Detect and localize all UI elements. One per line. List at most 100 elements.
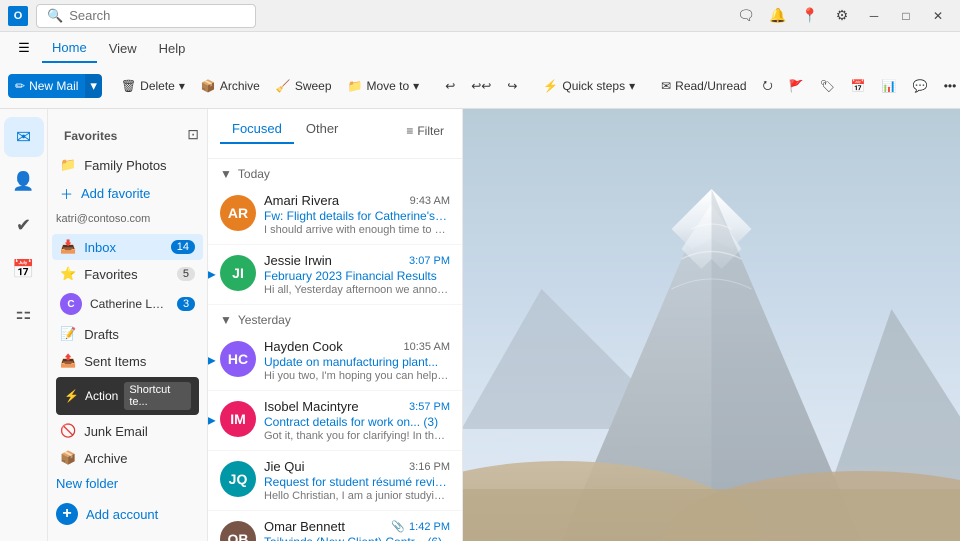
immersive-icon: 💬 [913, 79, 928, 93]
calendar-button[interactable]: 📅 [844, 75, 873, 97]
tab-help[interactable]: Help [149, 35, 196, 62]
settings-icon[interactable]: ⚙ [828, 2, 856, 30]
mountain-background [463, 109, 960, 541]
preview-pane [463, 109, 960, 541]
sidebar-item-family-photos[interactable]: 📁 Family Photos [52, 152, 203, 178]
view-button[interactable]: 📊 [875, 75, 904, 97]
nav-calendar[interactable]: 📅 [4, 249, 44, 289]
quick-steps-button[interactable]: ⚡ Quick steps ▾ [536, 75, 642, 97]
read-unread-button[interactable]: ✉ Read/Unread [654, 75, 753, 97]
new-folder-link[interactable]: New folder [48, 472, 207, 495]
email-item-isobel[interactable]: ▶ IM Isobel Macintyre 3:57 PM Contract d… [208, 391, 462, 451]
tab-other[interactable]: Other [294, 117, 351, 144]
isobel-arrow: ▶ [208, 415, 216, 426]
archive-button[interactable]: 📦 Archive [194, 75, 267, 97]
email-items: ▼ Today AR Amari Rivera 9:43 AM Fw: Flig… [208, 159, 462, 541]
sender-jessie: Jessie Irwin [264, 253, 332, 268]
search-icon: 🔍 [47, 8, 63, 24]
sender-amari: Amari Rivera [264, 193, 339, 208]
left-nav: ✉ 👤 ✔ 📅 ⚏ [0, 109, 48, 541]
more-button[interactable]: ••• [937, 75, 960, 97]
new-mail-dropdown[interactable]: ▾ [85, 74, 102, 98]
notification-icon[interactable]: 🔔 [764, 2, 792, 30]
junk-icon: 🚫 [60, 423, 76, 439]
jessie-arrow: ▶ [208, 269, 216, 280]
amari-avatar: AR [220, 195, 256, 231]
quick-steps-icon: ⚡ [543, 79, 558, 93]
email-item-hayden[interactable]: ▶ HC Hayden Cook 10:35 AM Update on manu… [208, 331, 462, 391]
move-to-button[interactable]: 📁 Move to ▾ [341, 75, 427, 97]
archive-folder-icon: 📦 [60, 450, 76, 466]
time-hayden: 10:35 AM [404, 341, 450, 353]
action-item[interactable]: ⚡ Action Shortcut te... [56, 377, 199, 415]
nav-mail[interactable]: ✉ [4, 117, 44, 157]
tag-button[interactable]: 🏷 [813, 75, 842, 97]
folder-icon: 📁 [60, 157, 76, 173]
forward-button[interactable]: ↪ [500, 75, 524, 97]
add-icon: ＋ [60, 184, 73, 203]
sweep-button[interactable]: 🧹 Sweep [269, 75, 339, 97]
subject-omar: Tailwinds (New Client) Contr... (6) [264, 535, 450, 541]
sidebar-item-inbox[interactable]: 📥 Inbox 14 [52, 234, 203, 260]
sidebar-item-drafts[interactable]: 📝 Drafts [52, 321, 203, 347]
email-row1-amari: Amari Rivera 9:43 AM [264, 193, 450, 208]
reply-button[interactable]: ↩ [438, 75, 462, 97]
view-icon: 📊 [882, 79, 897, 93]
location-icon[interactable]: 📍 [796, 2, 824, 30]
sidebar-item-sent[interactable]: 📤 Sent Items [52, 348, 203, 374]
email-item-amari[interactable]: AR Amari Rivera 9:43 AM Fw: Flight detai… [208, 185, 462, 245]
filter-button[interactable]: ≡ Filter [400, 121, 450, 141]
tab-view[interactable]: View [99, 35, 147, 62]
reply-all-button[interactable]: ↩↩ [464, 75, 498, 97]
calendar-icon: 📅 [851, 79, 866, 93]
email-item-omar[interactable]: ▶ OB Omar Bennett 📎 1:42 PM Tailwinds (N… [208, 511, 462, 541]
ribbon-tabs: ☰ Home View Help [0, 32, 960, 64]
compose-icon: ✏ [15, 79, 25, 93]
sidebar-item-catherine[interactable]: C Catherine Lanco... 3 [52, 288, 203, 320]
undo-button[interactable]: ⭮ [756, 72, 780, 101]
read-icon: ✉ [661, 79, 671, 93]
sidebar-account: katri@contoso.com [48, 209, 207, 233]
collapse-yesterday-icon[interactable]: ▼ [220, 313, 232, 327]
catherine-badge: 3 [177, 297, 195, 311]
email-item-jie[interactable]: JQ Jie Qui 3:16 PM Request for student r… [208, 451, 462, 511]
maximize-button[interactable]: □ [892, 2, 920, 30]
preview-jessie: Hi all, Yesterday afternoon we announced… [264, 284, 450, 296]
chat-icon[interactable]: 🗨 [732, 2, 760, 30]
sidebar-item-archive[interactable]: 📦 Archive [52, 445, 203, 471]
search-bar[interactable]: 🔍 [36, 4, 256, 28]
close-button[interactable]: ✕ [924, 2, 952, 30]
search-input[interactable] [69, 8, 229, 23]
immersive-reader-button[interactable]: 💬 [906, 75, 935, 97]
sidebar-expand-icon[interactable]: ⊡ [187, 126, 199, 143]
shortcut-tag: Shortcut te... [124, 382, 191, 410]
sender-omar: Omar Bennett [264, 519, 345, 534]
title-bar-left: O 🔍 [8, 4, 256, 28]
add-account-button[interactable]: + Add account [48, 495, 207, 533]
sidebar: Favorites ⊡ 📁 Family Photos ＋ Add favori… [48, 109, 208, 541]
nav-apps[interactable]: ⚏ [4, 293, 44, 333]
email-list: Focused Other ≡ Filter ▼ Today AR Amari … [208, 109, 463, 541]
reply-all-icon: ↩↩ [471, 79, 491, 93]
sidebar-item-junk[interactable]: 🚫 Junk Email [52, 418, 203, 444]
delete-icon: 🗑 [121, 79, 136, 93]
hamburger-button[interactable]: ☰ [8, 32, 40, 64]
time-isobel: 3:57 PM [409, 401, 450, 413]
time-omar: 1:42 PM [409, 521, 450, 533]
sidebar-item-favorites[interactable]: ⭐ Favorites 5 [52, 261, 203, 287]
minimize-button[interactable]: ─ [860, 2, 888, 30]
nav-tasks[interactable]: ✔ [4, 205, 44, 245]
collapse-icon[interactable]: ▼ [220, 167, 232, 181]
sweep-icon: 🧹 [276, 79, 291, 93]
sidebar-item-action[interactable]: ⚡ Action Shortcut te... [52, 375, 203, 417]
new-mail-button[interactable]: ✏ New Mail [8, 74, 85, 98]
tab-home[interactable]: Home [42, 34, 97, 63]
delete-button[interactable]: 🗑 Delete ▾ [114, 75, 192, 97]
email-item-jessie[interactable]: ▶ JI Jessie Irwin 3:07 PM February 2023 … [208, 245, 462, 305]
nav-contacts[interactable]: 👤 [4, 161, 44, 201]
tab-focused[interactable]: Focused [220, 117, 294, 144]
flag-button[interactable]: 🚩 [782, 75, 811, 97]
email-row1-isobel: Isobel Macintyre 3:57 PM [264, 399, 450, 414]
forward-icon: ↪ [507, 79, 517, 93]
sidebar-item-add-favorite[interactable]: ＋ Add favorite [52, 179, 203, 208]
